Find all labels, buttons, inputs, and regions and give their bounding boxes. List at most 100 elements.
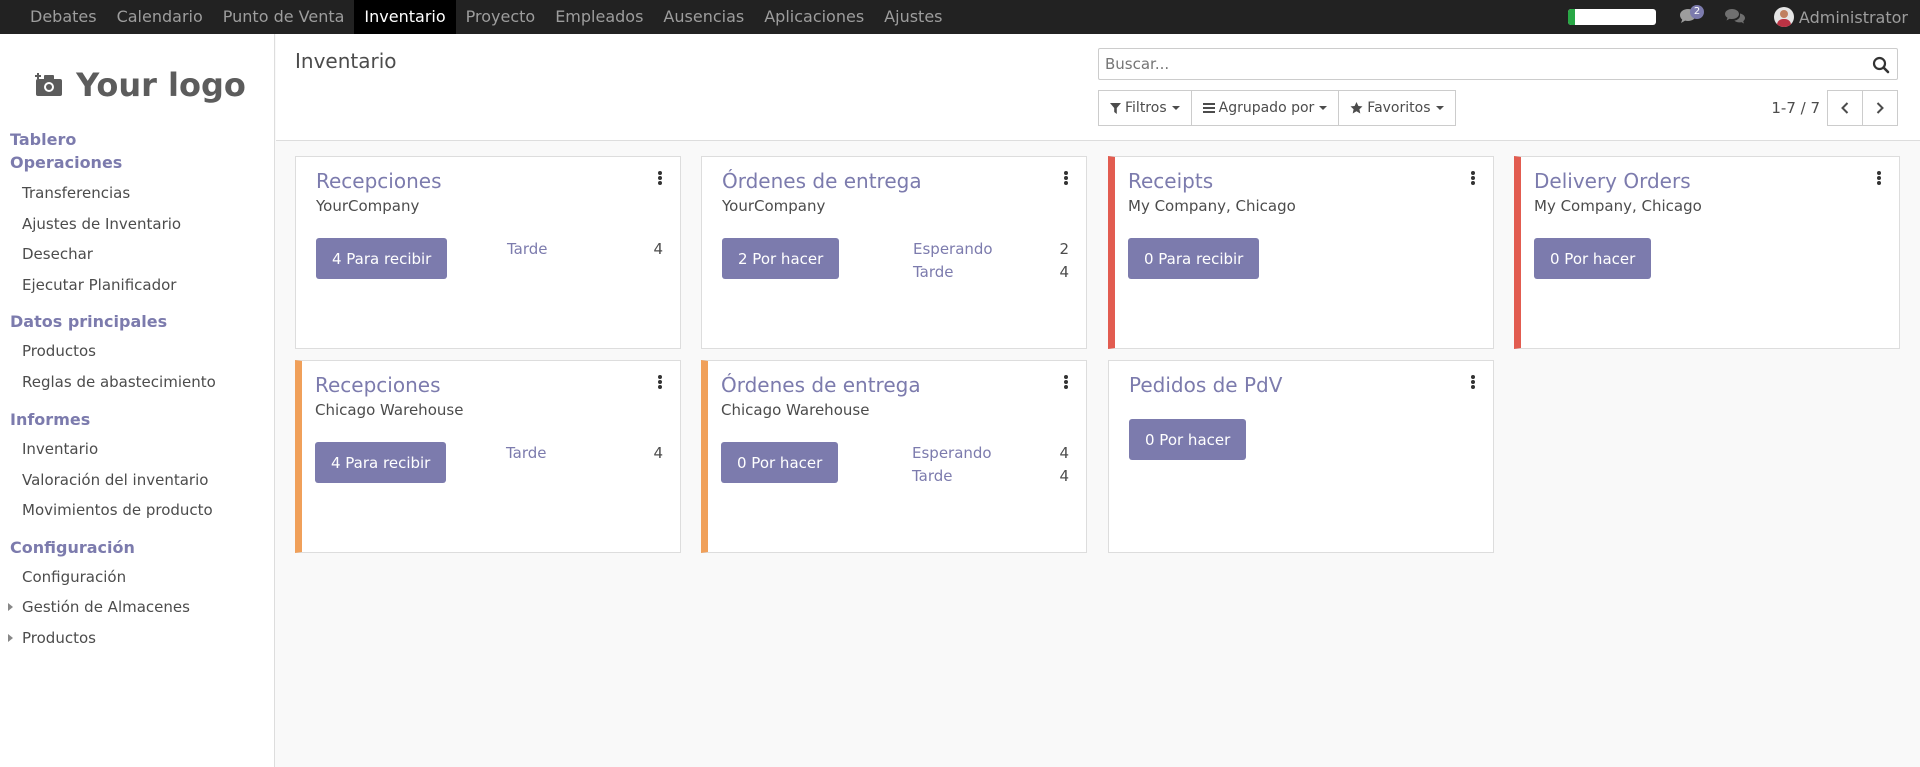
card-title[interactable]: Órdenes de entrega xyxy=(721,373,921,397)
pager-next-button[interactable] xyxy=(1862,90,1898,126)
sidebar-item-transferencias[interactable]: Transferencias xyxy=(22,184,130,202)
pager-value[interactable]: 1-7 / 7 xyxy=(1771,99,1820,117)
card-title[interactable]: Delivery Orders xyxy=(1534,169,1691,193)
picking-type-card[interactable]: Órdenes de entrega Chicago Warehouse 0 P… xyxy=(701,360,1087,553)
picking-type-card[interactable]: Pedidos de PdV 0 Por hacer xyxy=(1108,360,1494,553)
star-icon xyxy=(1350,102,1363,114)
card-company: My Company, Chicago xyxy=(1534,197,1702,215)
menu-aplicaciones[interactable]: Aplicaciones xyxy=(754,0,874,34)
sidebar-section-tablero[interactable]: Tablero xyxy=(10,130,76,149)
comments-icon[interactable] xyxy=(1724,7,1746,27)
bars-icon xyxy=(1202,103,1215,113)
favorites-button[interactable]: Favoritos xyxy=(1338,90,1456,126)
top-navbar: Debates Calendario Punto de Venta Invent… xyxy=(0,0,1920,34)
menu-debates[interactable]: Debates xyxy=(20,0,107,34)
sidebar-item-productos[interactable]: Productos xyxy=(22,342,96,360)
menu-ajustes[interactable]: Ajustes xyxy=(874,0,952,34)
caret-right-icon xyxy=(8,603,13,611)
more-options-icon[interactable] xyxy=(1877,171,1881,185)
sidebar-item-productos-config[interactable]: Productos xyxy=(22,629,96,647)
groupby-label: Agrupado por xyxy=(1218,100,1315,116)
sidebar-item-inventario[interactable]: Inventario xyxy=(22,440,98,458)
more-options-icon[interactable] xyxy=(1471,375,1475,389)
sidebar-section-datos-principales[interactable]: Datos principales xyxy=(10,312,167,331)
filters-label: Filtros xyxy=(1125,100,1167,116)
search-icon[interactable] xyxy=(1871,55,1891,75)
card-company: Chicago Warehouse xyxy=(315,401,464,419)
card-action-button[interactable]: 4 Para recibir xyxy=(316,238,448,279)
stat-value: 2 xyxy=(1059,240,1069,258)
sidebar-item-ajustes-inventario[interactable]: Ajustes de Inventario xyxy=(22,215,181,233)
pager-previous-button[interactable] xyxy=(1827,90,1863,126)
user-name: Administrator xyxy=(1798,7,1908,27)
card-title[interactable]: Recepciones xyxy=(315,373,441,397)
chevron-right-icon xyxy=(1876,102,1884,114)
menu-empleados[interactable]: Empleados xyxy=(545,0,653,34)
picking-type-card[interactable]: Recepciones YourCompany 4 Para recibir T… xyxy=(295,156,681,349)
stat-label[interactable]: Esperando xyxy=(912,444,992,462)
favorites-label: Favoritos xyxy=(1367,100,1431,116)
sidebar-item-ejecutar-planificador[interactable]: Ejecutar Planificador xyxy=(22,276,176,294)
search-input[interactable] xyxy=(1099,49,1859,79)
stat-label[interactable]: Tarde xyxy=(912,467,953,485)
messages-icon[interactable]: 2 xyxy=(1678,5,1705,27)
progress-bar[interactable] xyxy=(1567,9,1656,25)
card-title[interactable]: Recepciones xyxy=(316,169,442,193)
picking-type-card[interactable]: Receipts My Company, Chicago 0 Para reci… xyxy=(1108,156,1494,349)
sidebar-section-operaciones[interactable]: Operaciones xyxy=(10,153,122,172)
search-bar xyxy=(1098,48,1898,80)
more-options-icon[interactable] xyxy=(1064,375,1068,389)
picking-type-card[interactable]: Órdenes de entrega YourCompany 2 Por hac… xyxy=(701,156,1087,349)
picking-type-card[interactable]: Recepciones Chicago Warehouse 4 Para rec… xyxy=(295,360,681,553)
filters-button[interactable]: Filtros xyxy=(1098,90,1192,126)
menu-proyecto[interactable]: Proyecto xyxy=(456,0,546,34)
card-action-button[interactable]: 0 Por hacer xyxy=(1129,419,1247,460)
menu-calendario[interactable]: Calendario xyxy=(107,0,213,34)
more-options-icon[interactable] xyxy=(658,375,662,389)
stat-label[interactable]: Esperando xyxy=(913,240,993,258)
sidebar: Your logo Tablero Operaciones Transferen… xyxy=(0,34,275,767)
card-company: YourCompany xyxy=(722,197,826,215)
search-options: Filtros Agrupado por Favoritos xyxy=(1098,90,1456,126)
sidebar-item-movimientos[interactable]: Movimientos de producto xyxy=(22,501,213,519)
sidebar-item-reglas-abastecimiento[interactable]: Reglas de abastecimiento xyxy=(22,373,216,391)
more-options-icon[interactable] xyxy=(658,171,662,185)
stat-value: 4 xyxy=(653,240,663,258)
sidebar-item-configuracion[interactable]: Configuración xyxy=(22,568,126,586)
card-title[interactable]: Órdenes de entrega xyxy=(722,169,922,193)
stat-value: 4 xyxy=(1059,467,1069,485)
picking-type-card[interactable]: Delivery Orders My Company, Chicago 0 Po… xyxy=(1514,156,1900,349)
card-action-button[interactable]: 0 Para recibir xyxy=(1128,238,1260,279)
stat-value: 4 xyxy=(1059,263,1069,281)
caret-right-icon xyxy=(8,634,13,642)
sidebar-item-gestion-almacenes[interactable]: Gestión de Almacenes xyxy=(22,598,190,616)
app-menu: Debates Calendario Punto de Venta Invent… xyxy=(0,0,953,34)
menu-punto-de-venta[interactable]: Punto de Venta xyxy=(213,0,355,34)
menu-inventario[interactable]: Inventario xyxy=(354,0,456,34)
stat-value: 4 xyxy=(653,444,663,462)
menu-ausencias[interactable]: Ausencias xyxy=(653,0,754,34)
sidebar-item-valoracion[interactable]: Valoración del inventario xyxy=(22,471,208,489)
messages-badge: 2 xyxy=(1689,5,1705,19)
stat-label[interactable]: Tarde xyxy=(506,444,547,462)
user-menu[interactable]: Administrator xyxy=(1773,7,1908,27)
groupby-button[interactable]: Agrupado por xyxy=(1190,90,1340,126)
card-action-button[interactable]: 0 Por hacer xyxy=(1534,238,1652,279)
card-action-button[interactable]: 4 Para recibir xyxy=(315,442,447,483)
sidebar-section-informes[interactable]: Informes xyxy=(10,410,90,429)
avatar xyxy=(1773,7,1794,27)
sidebar-item-desechar[interactable]: Desechar xyxy=(22,245,93,263)
card-company: My Company, Chicago xyxy=(1128,197,1296,215)
card-title[interactable]: Receipts xyxy=(1128,169,1213,193)
more-options-icon[interactable] xyxy=(1471,171,1475,185)
sidebar-section-configuracion[interactable]: Configuración xyxy=(10,538,135,557)
stat-label[interactable]: Tarde xyxy=(507,240,548,258)
company-logo[interactable]: Your logo xyxy=(30,44,250,126)
progress-fill xyxy=(1567,9,1575,25)
card-action-button[interactable]: 0 Por hacer xyxy=(721,442,839,483)
stat-label[interactable]: Tarde xyxy=(913,263,954,281)
card-title[interactable]: Pedidos de PdV xyxy=(1129,373,1282,397)
card-action-button[interactable]: 2 Por hacer xyxy=(722,238,840,279)
more-options-icon[interactable] xyxy=(1064,171,1068,185)
control-panel: Inventario Filtros Agrupado por Favorito… xyxy=(276,34,1920,141)
